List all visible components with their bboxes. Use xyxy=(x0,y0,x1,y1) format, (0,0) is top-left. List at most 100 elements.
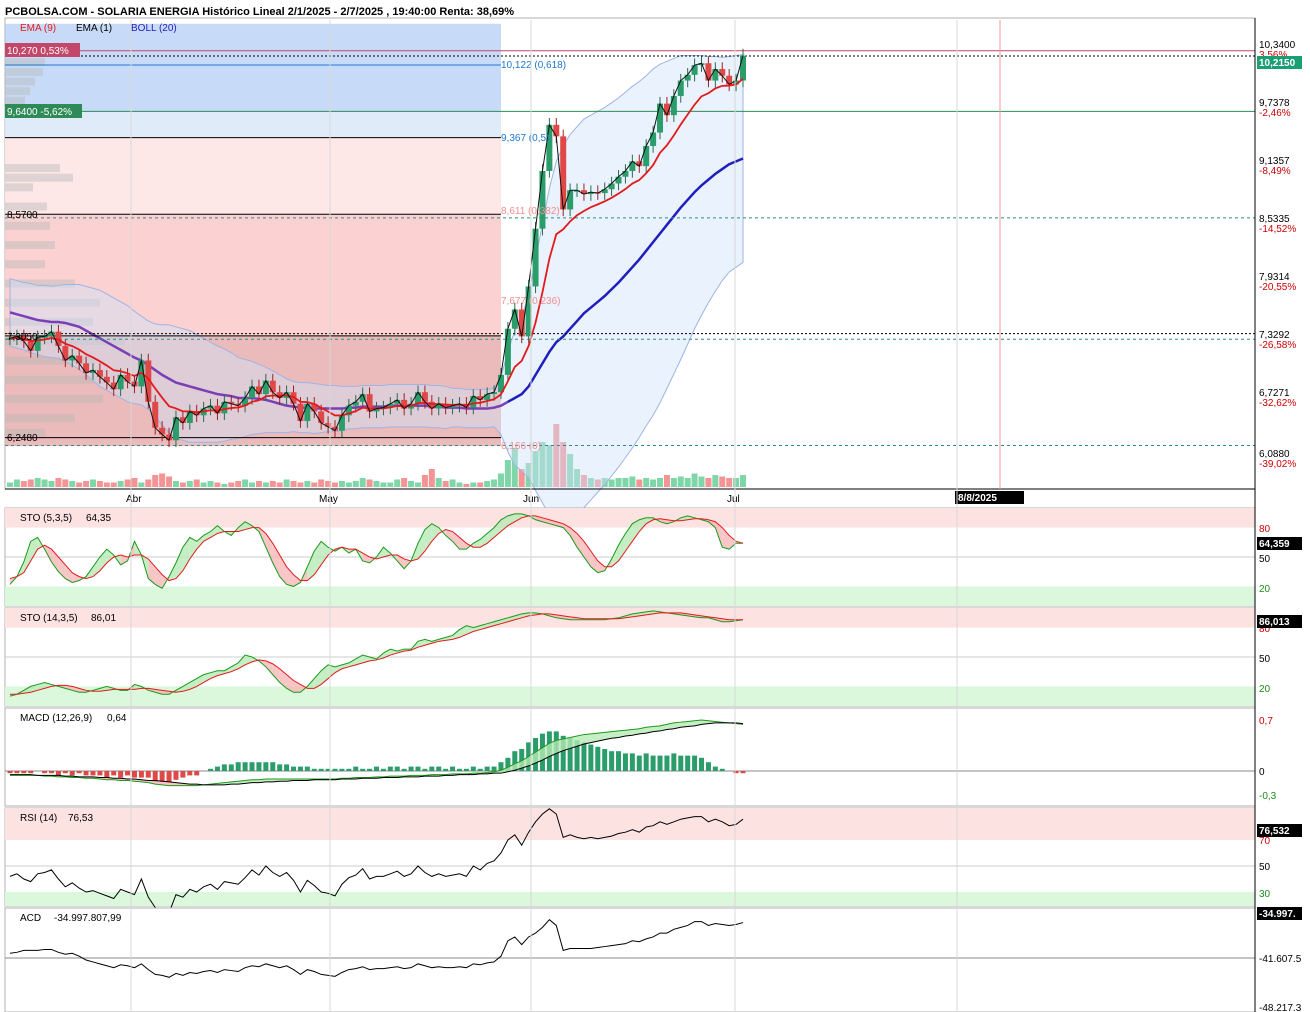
candle-body xyxy=(62,346,69,361)
volume-bar xyxy=(643,478,650,487)
macd-histogram-bar xyxy=(270,762,276,771)
volume-bar xyxy=(62,479,69,487)
volume-bar xyxy=(145,479,152,487)
volume-bar xyxy=(304,481,311,487)
volume-bar xyxy=(359,478,366,487)
macd-histogram-bar xyxy=(588,744,594,771)
volume-bar xyxy=(13,479,20,487)
macd-histogram-bar xyxy=(622,753,628,771)
volume-bar xyxy=(463,484,470,487)
macd-histogram-bar xyxy=(42,771,48,774)
volume-bar xyxy=(48,481,55,487)
candle-body xyxy=(608,183,615,190)
volume-bar xyxy=(435,478,442,487)
volume-bar xyxy=(262,482,269,487)
macd-histogram-bar xyxy=(678,755,684,771)
macd-histogram-bar xyxy=(90,771,96,776)
macd-histogram-bar xyxy=(48,771,54,774)
volume-bar xyxy=(740,475,746,487)
acd-tick: -41.607.5 xyxy=(1259,954,1302,965)
acd-value: -34.997.807,99 xyxy=(54,913,122,924)
volume-bar xyxy=(636,479,643,487)
volume-bar xyxy=(221,484,228,487)
macd-histogram-bar xyxy=(69,771,75,776)
volume-bar xyxy=(504,460,511,487)
rsi-value: 76,53 xyxy=(68,813,93,824)
macd-value: 0,64 xyxy=(107,713,127,724)
price-tick-pct: -32,62% xyxy=(1259,398,1296,409)
candle-body xyxy=(152,401,159,428)
macd-histogram-bar xyxy=(104,771,110,778)
candle-body xyxy=(297,403,304,422)
macd-histogram-bar xyxy=(235,762,241,771)
macd-histogram-bar xyxy=(83,771,89,776)
macd-tick: -0,3 xyxy=(1259,791,1277,802)
sto2-value: 86,01 xyxy=(91,613,116,624)
volume-bar xyxy=(428,469,435,487)
macd-histogram-bar xyxy=(699,757,705,771)
macd-histogram-bar xyxy=(166,771,172,782)
acd-tick: -48.217.3 xyxy=(1259,1003,1302,1012)
volume-bar xyxy=(138,482,145,487)
volume-bar xyxy=(394,479,401,487)
volume-bar xyxy=(152,475,159,487)
macd-histogram-bar xyxy=(491,766,497,771)
macd-histogram-bar xyxy=(277,764,283,771)
volume-bar xyxy=(387,482,394,487)
volume-bar xyxy=(408,481,415,487)
macd-histogram-bar xyxy=(712,766,718,771)
macd-histogram-bar xyxy=(76,771,82,774)
volume-bar xyxy=(650,479,657,487)
volume-bar xyxy=(726,478,733,487)
volume-bar xyxy=(207,481,214,487)
volume-bar xyxy=(27,479,34,487)
volume-bar xyxy=(242,479,249,487)
volume-bar xyxy=(166,476,173,487)
macd-histogram-bar xyxy=(118,771,124,778)
macd-histogram-bar xyxy=(14,771,20,774)
candle-body xyxy=(484,394,491,400)
candle-body xyxy=(553,124,560,137)
volume-bar xyxy=(96,481,103,487)
volume-bar xyxy=(34,478,41,487)
price-tick-pct: -2,46% xyxy=(1259,108,1291,119)
macd-histogram-bar xyxy=(616,751,622,771)
candle-body xyxy=(352,401,359,406)
candle-body xyxy=(622,170,629,177)
volume-profile-bar xyxy=(5,77,35,86)
volume-profile-bar xyxy=(5,87,30,96)
volume-profile-bar xyxy=(5,221,50,230)
macd-histogram-bar xyxy=(394,766,400,771)
candle-body xyxy=(567,190,574,210)
candle-body xyxy=(670,95,677,116)
volume-profile-bar xyxy=(5,414,75,423)
macd-histogram-bar xyxy=(249,762,255,771)
rsi-tick: 30 xyxy=(1259,889,1271,900)
sto1-tick: 50 xyxy=(1259,554,1271,565)
volume-bar xyxy=(449,479,456,487)
volume-bar xyxy=(228,482,235,487)
macd-histogram-bar xyxy=(387,766,393,771)
volume-bar xyxy=(200,482,207,487)
current-price-label: 10,2150 xyxy=(1259,58,1296,69)
candle-body xyxy=(560,136,567,210)
volume-bar xyxy=(698,476,705,487)
macd-histogram-bar xyxy=(138,771,144,778)
macd-histogram-bar xyxy=(581,742,587,771)
volume-bar xyxy=(352,481,359,487)
macd-histogram-bar xyxy=(228,764,234,771)
level-label-1: 8,5700 xyxy=(7,210,38,221)
volume-bar xyxy=(491,479,498,487)
candle-body xyxy=(221,401,228,414)
macd-histogram-bar xyxy=(97,771,103,776)
macd-histogram-bar xyxy=(180,771,186,778)
candle-body xyxy=(601,189,608,194)
macd-histogram-bar xyxy=(740,771,746,774)
volume-profile-bar xyxy=(5,183,33,192)
sto1-label: STO (5,3,5) xyxy=(20,513,72,524)
candle-body xyxy=(421,392,428,402)
fib-zone-upper xyxy=(5,23,501,112)
macd-histogram-bar xyxy=(297,766,303,771)
acd-badge: -34.997. xyxy=(1259,909,1296,920)
macd-histogram-bar xyxy=(194,771,200,776)
